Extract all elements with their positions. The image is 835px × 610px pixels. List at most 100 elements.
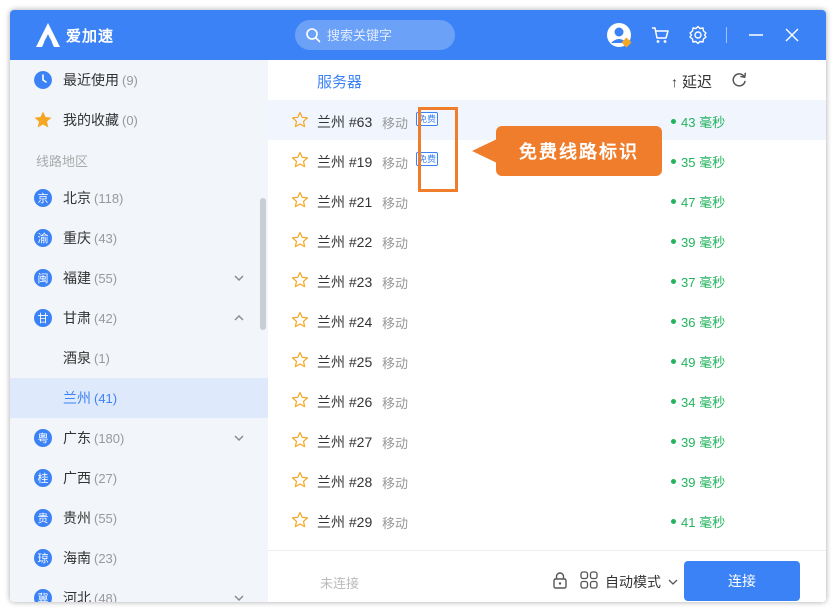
user-avatar[interactable] — [606, 22, 632, 48]
server-row[interactable]: 兰州 #22 移动 39 毫秒 — [268, 220, 826, 260]
annotation-callout: 免费线路标识 — [496, 126, 662, 176]
star-icon[interactable] — [291, 511, 309, 529]
sidebar-item-count: (55) — [94, 510, 118, 526]
sidebar-item-favorites[interactable]: 我的收藏 (0) — [10, 100, 268, 140]
region-badge: 京 — [34, 189, 52, 207]
sidebar-item-fujian[interactable]: 闽 福建 (55) — [10, 258, 268, 298]
server-row[interactable]: 兰州 #23 移动 37 毫秒 — [268, 260, 826, 300]
footer-bar: 未连接 自动模式 连接 — [268, 550, 826, 602]
sidebar-item-gansu[interactable]: 甘 甘肃 (42) — [10, 298, 268, 338]
region-badge: 冀 — [34, 589, 52, 602]
sidebar-item-label: 广东 — [63, 430, 91, 446]
sidebar-item-hebei[interactable]: 冀 河北 (48) — [10, 578, 268, 602]
server-row[interactable]: 兰州 #27 移动 39 毫秒 — [268, 420, 826, 460]
region-badge: 琼 — [34, 549, 52, 567]
chevron-down-icon[interactable] — [232, 431, 246, 445]
server-latency: 43 毫秒 — [671, 112, 725, 131]
sidebar-item-count: (42) — [94, 310, 118, 326]
star-icon — [34, 111, 52, 128]
star-icon[interactable] — [291, 311, 309, 329]
grid-icon — [580, 571, 598, 589]
server-latency: 36 毫秒 — [671, 312, 725, 331]
sidebar-item-lanzhou[interactable]: 兰州 (41) — [10, 378, 268, 418]
search-input[interactable] — [327, 27, 447, 43]
sidebar-item-chongqing[interactable]: 渝 重庆 (43) — [10, 218, 268, 258]
sidebar-item-guizhou[interactable]: 贵 贵州 (55) — [10, 498, 268, 538]
server-latency: 39 毫秒 — [671, 232, 725, 251]
latency-value: 39 毫秒 — [681, 475, 726, 490]
server-row[interactable]: 兰州 #25 移动 49 毫秒 — [268, 340, 826, 380]
latency-value: 37 毫秒 — [681, 275, 726, 290]
server-latency: 49 毫秒 — [671, 352, 725, 371]
settings-button[interactable] — [686, 23, 710, 47]
status-dot-icon — [671, 399, 676, 404]
star-icon[interactable] — [291, 391, 309, 409]
star-icon[interactable] — [291, 471, 309, 489]
mode-selector[interactable]: 自动模式 — [605, 572, 679, 592]
star-icon[interactable] — [291, 111, 309, 129]
sidebar-item-recent[interactable]: 最近使用 (9) — [10, 60, 268, 100]
minimize-button[interactable] — [744, 23, 768, 47]
sidebar-item-guangdong[interactable]: 粤 广东 (180) — [10, 418, 268, 458]
region-badge: 甘 — [34, 309, 52, 327]
search-box[interactable] — [295, 20, 455, 50]
server-row[interactable]: 兰州 #24 移动 36 毫秒 — [268, 300, 826, 340]
sidebar-item-beijing[interactable]: 京 北京 (118) — [10, 178, 268, 218]
server-row[interactable]: 兰州 #21 移动 47 毫秒 — [268, 180, 826, 220]
status-dot-icon — [671, 279, 676, 284]
server-isp: 移动 — [382, 316, 409, 331]
logo-icon — [36, 23, 60, 47]
server-isp: 移动 — [382, 516, 409, 531]
refresh-icon[interactable] — [730, 71, 748, 89]
server-isp: 移动 — [382, 356, 409, 371]
sidebar-item-jiuquan[interactable]: 酒泉 (1) — [10, 338, 268, 378]
status-dot-icon — [671, 439, 676, 444]
server-isp: 移动 — [382, 276, 409, 291]
connect-button[interactable]: 连接 — [684, 561, 800, 601]
status-dot-icon — [671, 479, 676, 484]
sidebar-item-label: 北京 — [63, 190, 91, 206]
app-logo: 爱加速 — [34, 21, 114, 49]
close-button[interactable] — [780, 23, 804, 47]
chevron-down-icon[interactable] — [232, 591, 246, 602]
server-latency: 35 毫秒 — [671, 152, 725, 171]
sidebar-item-count: (41) — [94, 390, 118, 406]
sidebar-item-hainan[interactable]: 琼 海南 (23) — [10, 538, 268, 578]
server-isp: 移动 — [382, 156, 409, 171]
region-badge: 桂 — [34, 469, 52, 487]
sidebar-item-guangxi[interactable]: 桂 广西 (27) — [10, 458, 268, 498]
status-dot-icon — [671, 239, 676, 244]
cart-button[interactable] — [648, 23, 672, 47]
server-name: 兰州 #25 — [317, 354, 373, 370]
connection-status: 未连接 — [320, 576, 360, 591]
server-latency: 41 毫秒 — [671, 512, 725, 531]
region-badge: 粤 — [34, 429, 52, 447]
server-row[interactable]: 兰州 #28 移动 39 毫秒 — [268, 460, 826, 500]
server-latency: 37 毫秒 — [671, 272, 725, 291]
column-header-latency[interactable]: ↑ 延迟 — [671, 71, 712, 92]
star-icon[interactable] — [291, 151, 309, 169]
server-row[interactable]: 兰州 #29 移动 41 毫秒 — [268, 500, 826, 540]
star-icon[interactable] — [291, 191, 309, 209]
sidebar-item-label: 福建 — [63, 270, 91, 286]
star-icon[interactable] — [291, 431, 309, 449]
server-name: 兰州 #63 — [317, 114, 373, 130]
chevron-up-icon[interactable] — [232, 311, 246, 325]
server-name: 兰州 #24 — [317, 314, 373, 330]
star-icon[interactable] — [291, 231, 309, 249]
sidebar-scrollbar[interactable] — [260, 198, 266, 330]
sidebar-item-count: (180) — [94, 430, 125, 446]
chevron-down-icon[interactable] — [232, 271, 246, 285]
status-dot-icon — [671, 199, 676, 204]
server-row[interactable]: 兰州 #26 移动 34 毫秒 — [268, 380, 826, 420]
star-icon[interactable] — [291, 351, 309, 369]
sidebar-item-count: (0) — [122, 112, 138, 128]
column-header-label: 延迟 — [682, 74, 713, 91]
star-icon[interactable] — [291, 271, 309, 289]
sidebar-item-count: (118) — [94, 190, 124, 206]
sidebar-item-count: (55) — [94, 270, 118, 286]
status-dot-icon — [671, 319, 676, 324]
column-header-server[interactable]: 服务器 — [317, 71, 362, 92]
status-dot-icon — [671, 159, 676, 164]
lock-icon[interactable] — [551, 571, 569, 589]
